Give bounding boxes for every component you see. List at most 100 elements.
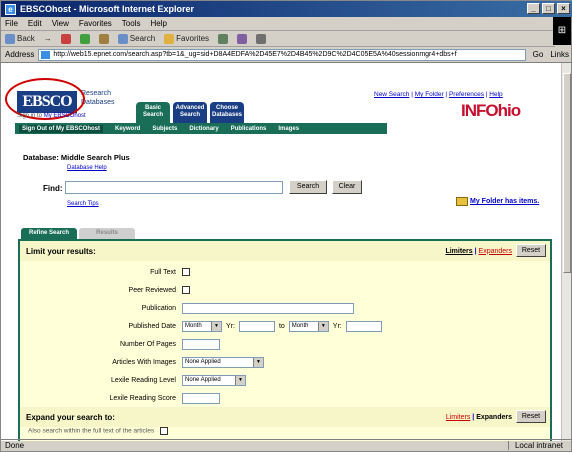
- menu-help[interactable]: Help: [150, 19, 166, 28]
- windows-logo-icon: ⊞: [553, 17, 571, 45]
- database-help-link[interactable]: Database Help: [67, 165, 107, 171]
- published-date-row: Published Date Month Yr: to Month Yr:: [20, 319, 550, 333]
- maximize-button[interactable]: □: [542, 3, 555, 14]
- articles-with-images-label: Articles With Images: [112, 358, 176, 366]
- menu-favorites[interactable]: Favorites: [79, 19, 112, 28]
- back-button[interactable]: Back: [5, 33, 35, 44]
- publication-input[interactable]: [182, 302, 354, 314]
- full-text-row: Full Text: [20, 265, 550, 279]
- tab-advanced-search[interactable]: Advanced Search: [173, 102, 207, 123]
- back-arrow-icon: [5, 33, 15, 44]
- search-icon: [117, 33, 128, 44]
- address-input[interactable]: http://web15.epnet.com/search.asp?tb=1&_…: [38, 48, 526, 61]
- menu-edit[interactable]: Edit: [28, 19, 42, 28]
- also-search-checkbox[interactable]: [159, 427, 168, 435]
- top-links: New Search | My Folder | Preferences | H…: [374, 91, 503, 98]
- history-button[interactable]: [218, 33, 229, 44]
- zone-indicator: Local intranet: [507, 441, 569, 450]
- status-bar: Done Local intranet: [1, 439, 572, 451]
- find-label: Find:: [43, 184, 63, 193]
- expand-limiters-link[interactable]: Limiters: [446, 414, 471, 421]
- green-nav-bar: Sign Out of My EBSCOhost Keyword Subject…: [15, 123, 387, 134]
- favorites-button[interactable]: Favorites: [164, 33, 209, 44]
- peer-reviewed-checkbox[interactable]: [182, 286, 190, 294]
- home-button[interactable]: [98, 33, 109, 44]
- limiters-link[interactable]: Limiters: [445, 248, 472, 255]
- expanders-link[interactable]: Expanders: [479, 248, 512, 255]
- logo-slogan: Research Databases: [81, 90, 115, 106]
- tab-choose-databases[interactable]: Choose Databases: [210, 102, 244, 123]
- number-of-pages-label: Number Of Pages: [119, 340, 176, 348]
- tab-refine-search[interactable]: Refine Search: [21, 228, 77, 239]
- my-ebscohost-link[interactable]: My EBSCOhost: [44, 113, 86, 119]
- nav-subjects[interactable]: Subjects: [152, 126, 177, 132]
- refresh-button[interactable]: [79, 33, 90, 44]
- folder-notice[interactable]: My Folder has items.: [456, 197, 539, 206]
- to-label: to: [278, 322, 285, 330]
- scrollbar-thumb[interactable]: [563, 73, 571, 273]
- yr-from-label: Yr:: [226, 322, 235, 330]
- help-link[interactable]: Help: [489, 91, 502, 98]
- preferences-link[interactable]: Preferences: [449, 91, 484, 98]
- publication-row: Publication: [20, 301, 550, 315]
- print-button[interactable]: [256, 33, 267, 44]
- host-signin: Sign in to My EBSCOhost: [17, 113, 86, 119]
- status-text: Done: [5, 441, 25, 450]
- tab-basic-search[interactable]: Basic Search: [136, 102, 170, 123]
- find-input[interactable]: [65, 181, 283, 194]
- nav-keyword[interactable]: Keyword: [115, 126, 140, 132]
- title-bar: e EBSCOhost - Microsoft Internet Explore…: [1, 1, 572, 17]
- number-of-pages-input[interactable]: [182, 338, 220, 350]
- address-label: Address: [5, 50, 35, 59]
- yr-to-label: Yr:: [332, 322, 342, 330]
- browser-window: e EBSCOhost - Microsoft Internet Explore…: [0, 0, 572, 452]
- search-tips-link[interactable]: Search Tips: [67, 201, 99, 207]
- nav-dictionary[interactable]: Dictionary: [189, 126, 218, 132]
- menu-tools[interactable]: Tools: [122, 19, 141, 28]
- my-folder-link[interactable]: My Folder: [415, 91, 444, 98]
- lexile-score-label: Lexile Reading Score: [109, 394, 176, 402]
- forward-button[interactable]: →: [44, 34, 52, 43]
- expand-expanders-link[interactable]: Expanders: [476, 414, 512, 421]
- lexile-level-label: Lexile Reading Level: [111, 376, 176, 384]
- expand-heading-row: Expand your search to: Limiters | Expand…: [20, 407, 550, 427]
- lexile-level-select[interactable]: None Applied: [182, 374, 246, 386]
- infohio-logo: INFOhio: [461, 101, 521, 120]
- print-icon: [256, 33, 267, 44]
- menu-file[interactable]: File: [5, 19, 18, 28]
- vertical-scrollbar[interactable]: [561, 63, 571, 441]
- month-from-select[interactable]: Month: [182, 320, 222, 332]
- clear-button[interactable]: Clear: [332, 180, 362, 194]
- minimize-button[interactable]: _: [527, 3, 540, 14]
- nav-publications[interactable]: Publications: [231, 126, 267, 132]
- publication-label: Publication: [141, 304, 176, 312]
- full-text-checkbox[interactable]: [182, 268, 190, 276]
- reset-expanders-button[interactable]: Reset: [516, 410, 546, 423]
- mail-button[interactable]: [237, 33, 248, 44]
- articles-with-images-select[interactable]: None Applied: [182, 356, 264, 368]
- limit-heading-row: Limit your results: Limiters | Expanders…: [20, 241, 550, 261]
- lexile-score-input[interactable]: [182, 392, 220, 404]
- home-icon: [98, 33, 109, 44]
- refine-tabs: Refine Search Results: [21, 228, 135, 239]
- stop-button[interactable]: [60, 33, 71, 44]
- tab-results[interactable]: Results: [79, 228, 135, 239]
- month-to-select[interactable]: Month: [288, 320, 329, 332]
- limits-panel: Limit your results: Limiters | Expanders…: [18, 239, 552, 441]
- search-button[interactable]: Search: [117, 33, 155, 44]
- year-to-input[interactable]: [345, 320, 382, 332]
- close-button[interactable]: ×: [557, 3, 570, 14]
- search-button[interactable]: Search: [289, 180, 327, 194]
- stop-icon: [60, 33, 71, 44]
- also-search-row: Also search within the full text of the …: [28, 427, 168, 435]
- ie-icon: e: [5, 3, 16, 15]
- reset-limits-button[interactable]: Reset: [516, 244, 546, 257]
- images-row: Articles With Images None Applied: [20, 355, 550, 369]
- nav-images[interactable]: Images: [278, 126, 299, 132]
- year-from-input[interactable]: [238, 320, 275, 332]
- go-button[interactable]: Go: [530, 50, 547, 59]
- menu-view[interactable]: View: [52, 19, 69, 28]
- new-search-link[interactable]: New Search: [374, 91, 409, 98]
- links-button[interactable]: Links: [546, 50, 569, 59]
- signout-link[interactable]: Sign Out of My EBSCOhost: [19, 124, 103, 133]
